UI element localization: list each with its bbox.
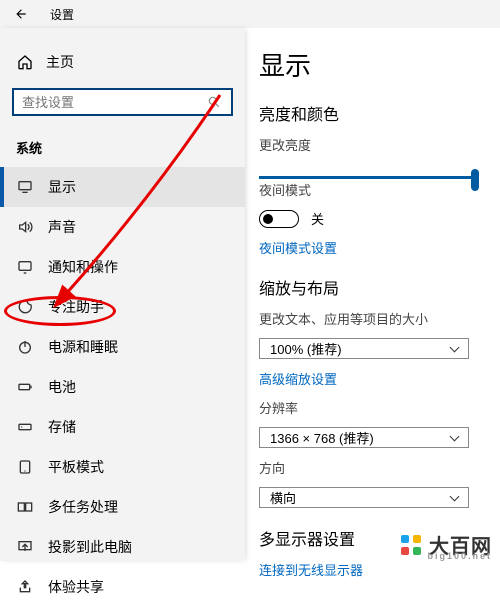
sidebar-item-label: 电池 [48, 377, 76, 397]
sidebar-nav-list: 显示声音通知和操作专注助手电源和睡眠电池存储平板模式多任务处理投影到此电脑体验共… [0, 167, 245, 607]
window-title: 设置 [50, 6, 74, 23]
sidebar-item-label: 体验共享 [48, 577, 104, 597]
home-icon [16, 54, 34, 70]
sidebar-item-project[interactable]: 投影到此电脑 [0, 527, 245, 567]
share-icon [16, 579, 34, 595]
sidebar-item-tablet[interactable]: 平板模式 [0, 447, 245, 487]
sidebar-item-storage[interactable]: 存储 [0, 407, 245, 447]
power-icon [16, 339, 34, 355]
connect-wireless-link[interactable]: 连接到无线显示器 [259, 560, 486, 579]
night-mode-toggle[interactable] [259, 210, 299, 228]
project-icon [16, 539, 34, 555]
sidebar-item-notify[interactable]: 通知和操作 [0, 247, 245, 287]
sidebar-item-display[interactable]: 显示 [0, 167, 245, 207]
back-icon[interactable] [12, 7, 30, 21]
search-icon [205, 95, 223, 109]
brightness-label: 更改亮度 [259, 135, 486, 154]
storage-icon [16, 419, 34, 435]
home-label: 主页 [46, 52, 74, 72]
sidebar-item-label: 专注助手 [48, 297, 104, 317]
multitask-icon [16, 499, 34, 515]
sound-icon [16, 219, 34, 235]
resolution-value: 1366 × 768 (推荐) [270, 428, 374, 447]
battery-icon [16, 379, 34, 395]
sidebar-item-label: 多任务处理 [48, 497, 118, 517]
sidebar-item-label: 显示 [48, 177, 76, 197]
advanced-scale-link[interactable]: 高级缩放设置 [259, 369, 486, 388]
focus-icon [16, 299, 34, 315]
watermark-sub: big100.net [427, 551, 492, 561]
section-scale: 缩放与布局 [259, 275, 486, 299]
night-mode-settings-link[interactable]: 夜间模式设置 [259, 238, 486, 257]
watermark: 大百网 big100.net [399, 530, 492, 559]
sidebar-item-home[interactable]: 主页 [0, 44, 245, 80]
page-title: 显示 [259, 46, 486, 83]
sidebar-item-label: 平板模式 [48, 457, 104, 477]
chevron-down-icon [450, 491, 460, 501]
sidebar-item-label: 通知和操作 [48, 257, 118, 277]
sidebar-item-multitask[interactable]: 多任务处理 [0, 487, 245, 527]
scale-value: 100% (推荐) [270, 339, 342, 358]
scale-label: 更改文本、应用等项目的大小 [259, 309, 486, 328]
chevron-down-icon [450, 342, 460, 352]
sidebar-item-label: 存储 [48, 417, 76, 437]
search-field[interactable] [22, 95, 205, 110]
sidebar-item-label: 电源和睡眠 [48, 337, 118, 357]
sidebar-item-battery[interactable]: 电池 [0, 367, 245, 407]
search-input[interactable] [12, 88, 233, 116]
sidebar: 主页 系统 显示声音通知和操作专注助手电源和睡眠电池存储平板模式多任务处理投影到… [0, 28, 245, 561]
orientation-value: 横向 [270, 488, 296, 507]
notify-icon [16, 259, 34, 275]
orientation-label: 方向 [259, 458, 486, 477]
sidebar-section-label: 系统 [0, 128, 245, 167]
tablet-icon [16, 459, 34, 475]
content-panel: 显示 亮度和颜色 更改亮度 夜间模式 关 夜间模式设置 缩放与布局 更改文本、应… [245, 28, 500, 561]
toggle-state-text: 关 [311, 209, 324, 228]
resolution-label: 分辨率 [259, 398, 486, 417]
chevron-down-icon [450, 431, 460, 441]
orientation-select[interactable]: 横向 [259, 487, 469, 508]
sidebar-item-sound[interactable]: 声音 [0, 207, 245, 247]
resolution-select[interactable]: 1366 × 768 (推荐) [259, 427, 469, 448]
section-brightness: 亮度和颜色 [259, 101, 486, 125]
sidebar-item-power[interactable]: 电源和睡眠 [0, 327, 245, 367]
sidebar-item-share[interactable]: 体验共享 [0, 567, 245, 607]
display-icon [16, 179, 34, 195]
night-mode-label: 夜间模式 [259, 180, 486, 199]
sidebar-item-label: 声音 [48, 217, 76, 237]
scale-select[interactable]: 100% (推荐) [259, 338, 469, 359]
logo-icon [399, 533, 423, 557]
sidebar-item-label: 投影到此电脑 [48, 537, 132, 557]
sidebar-item-focus[interactable]: 专注助手 [0, 287, 245, 327]
